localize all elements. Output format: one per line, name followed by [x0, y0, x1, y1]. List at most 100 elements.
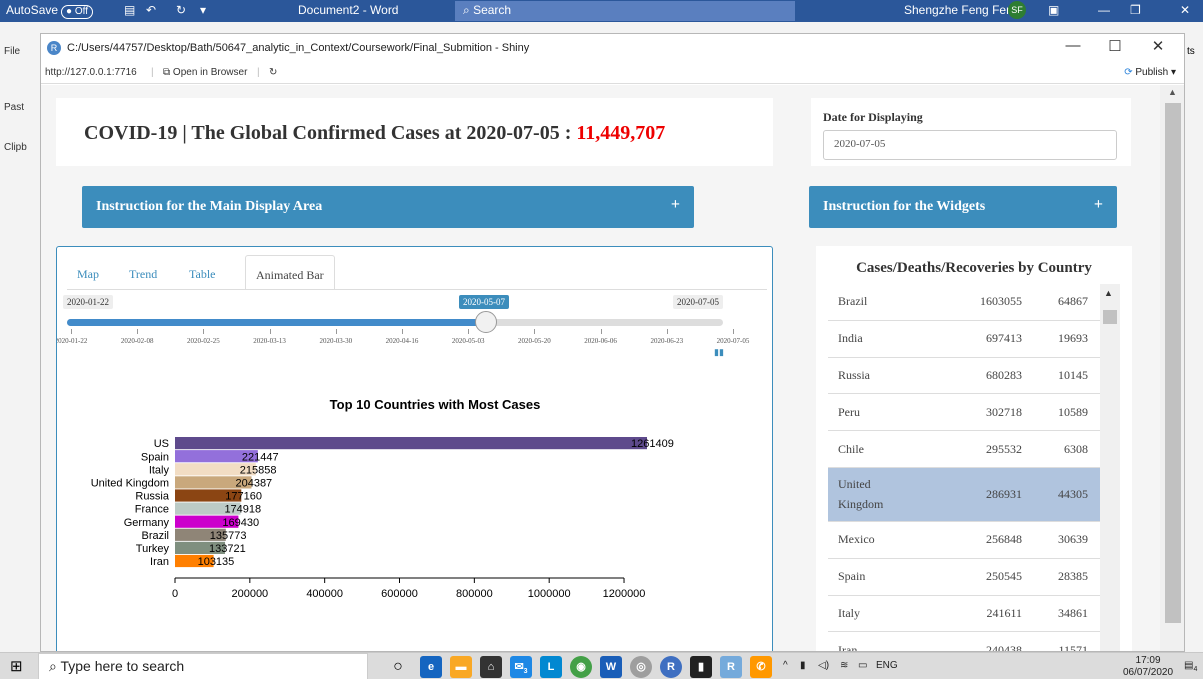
avatar[interactable]: SF: [1008, 1, 1026, 19]
minimize-icon[interactable]: —: [1098, 3, 1110, 17]
clock-date: 06/07/2020: [1123, 667, 1174, 678]
toolbar-separator: |: [257, 67, 260, 78]
cases-cell: 240438: [986, 642, 1022, 652]
tab-trend[interactable]: Trend: [119, 255, 167, 290]
table-row[interactable]: United Kingdom 286931 44305: [828, 468, 1100, 522]
chart-category-label: France: [135, 504, 169, 516]
slider-grid-tick: [269, 329, 271, 334]
cortana-icon[interactable]: ○: [390, 657, 406, 677]
expand-icon: +: [1093, 196, 1103, 213]
publish-label: Publish: [1135, 67, 1169, 78]
store-icon[interactable]: ⌂: [480, 656, 502, 678]
wechat-icon[interactable]: ✆: [750, 656, 772, 678]
user-name[interactable]: Shengzhe Feng Feng: [904, 3, 1019, 17]
table-scroll-thumb[interactable]: [1103, 310, 1117, 324]
chart-value-label: 177160: [225, 491, 262, 503]
tray-overflow-icon[interactable]: ^: [783, 660, 788, 671]
slider-grid-tick: [335, 329, 337, 334]
instruction-main-button[interactable]: Instruction for the Main Display Area +: [82, 186, 694, 228]
table-scrollbar[interactable]: ▲: [1100, 284, 1120, 651]
chrome-icon[interactable]: ◉: [570, 656, 592, 678]
table-row[interactable]: Mexico 256848 30639: [828, 522, 1100, 559]
bar-chart: Top 10 Countries with Most Cases US 126140…: [57, 387, 772, 651]
close-icon[interactable]: ✕: [1148, 37, 1168, 55]
table-row[interactable]: Peru 302718 10589: [828, 394, 1100, 432]
l-app-icon[interactable]: L: [540, 656, 562, 678]
file-explorer-icon[interactable]: ▬: [450, 656, 472, 678]
country-cell: Italy: [838, 605, 860, 620]
battery-icon[interactable]: ▭: [858, 660, 867, 671]
instruction-widgets-button[interactable]: Instruction for the Widgets +: [809, 186, 1117, 228]
chart-title: Top 10 Countries with Most Cases: [330, 397, 541, 412]
table-row[interactable]: India 697413 19693: [828, 321, 1100, 358]
word-file-tab[interactable]: File: [4, 46, 20, 57]
open-browser-button[interactable]: ⧉ Open in Browser: [163, 67, 247, 78]
undo-icon[interactable]: ↶: [146, 3, 156, 17]
instruction-widgets-label: Instruction for the Widgets: [823, 199, 986, 214]
word-paste-label[interactable]: Past: [4, 102, 24, 113]
chart-value-label: 215858: [240, 464, 277, 476]
country-table-title: Cases/Deaths/Recoveries by Country: [856, 260, 1092, 276]
terminal-icon[interactable]: ▮: [690, 656, 712, 678]
scroll-up-icon[interactable]: ▲: [1104, 288, 1113, 298]
notification-icon[interactable]: ▤4: [1184, 660, 1197, 673]
country-cell: Brazil: [838, 294, 868, 309]
mail-icon[interactable]: ✉3: [510, 656, 532, 678]
deaths-cell: 10145: [1058, 367, 1088, 382]
word-search-box[interactable]: ⌕ Search: [455, 1, 795, 21]
language-indicator[interactable]: ENG: [876, 660, 898, 671]
chart-category-label: US: [154, 438, 169, 450]
clock[interactable]: 17:09 06/07/2020: [1123, 655, 1173, 679]
table-row[interactable]: Iran 240438 11571: [828, 632, 1100, 652]
word-icon[interactable]: W: [600, 656, 622, 678]
autosave-toggle[interactable]: ● Off: [58, 3, 93, 19]
tab-animated-bar[interactable]: Animated Bar: [245, 255, 335, 290]
redo-icon[interactable]: ↻: [176, 3, 186, 17]
viewer-scrollbar[interactable]: ▲: [1160, 85, 1184, 651]
total-cases: 11,449,707: [576, 122, 666, 144]
table-row[interactable]: Brazil 1603055 64867: [828, 284, 1100, 321]
maximize-icon[interactable]: ☐: [1105, 37, 1125, 55]
disc-icon[interactable]: ◎: [630, 656, 652, 678]
customize-icon[interactable]: ▾: [200, 3, 206, 17]
tab-table[interactable]: Table: [179, 255, 225, 290]
cases-cell: 680283: [986, 367, 1022, 382]
publish-button[interactable]: ⟳ Publish ▾: [1124, 67, 1176, 78]
minimize-icon[interactable]: —: [1063, 37, 1083, 54]
open-browser-label: Open in Browser: [172, 67, 248, 78]
save-icon[interactable]: ▤: [124, 3, 135, 17]
date-label: Date for Displaying: [823, 110, 923, 124]
ribbon-display-icon[interactable]: ▣: [1048, 3, 1059, 17]
chart-x-tick-label: 1000000: [528, 588, 571, 600]
cases-cell: 256848: [986, 532, 1022, 547]
taskbar-search[interactable]: ⌕ Type here to search: [38, 653, 368, 679]
date-input[interactable]: 2020-07-05: [823, 130, 1117, 160]
pause-icon[interactable]: ▮▮: [714, 347, 724, 358]
tab-map[interactable]: Map: [67, 255, 109, 290]
word-ribbon-right: ts: [1185, 22, 1203, 652]
date-slider-track[interactable]: [67, 319, 723, 326]
taskbar-search-placeholder: Type here to search: [60, 658, 185, 674]
title-text: COVID-19 | The Global Confirmed Cases at…: [84, 122, 577, 144]
restore-icon[interactable]: ❐: [1130, 3, 1141, 17]
table-row[interactable]: Russia 680283 10145: [828, 358, 1100, 395]
wifi-icon[interactable]: ≋: [840, 660, 848, 671]
table-row[interactable]: Spain 250545 28385: [828, 559, 1100, 596]
slider-grid-label: 2020-03-13: [253, 337, 286, 345]
table-row[interactable]: Chile 295532 6308: [828, 431, 1100, 468]
deaths-cell: 28385: [1058, 569, 1088, 584]
edge-icon[interactable]: e: [420, 656, 442, 678]
rstudio-icon[interactable]: R: [720, 656, 742, 678]
scroll-up-icon[interactable]: ▲: [1168, 87, 1177, 97]
title-card: COVID-19 | The Global Confirmed Cases at…: [56, 98, 773, 166]
slider-grid-tick: [402, 329, 403, 334]
windows-start-icon[interactable]: ⊞: [10, 657, 23, 677]
refresh-icon[interactable]: ↻: [269, 67, 277, 78]
usb-icon[interactable]: ▮: [800, 660, 806, 671]
table-row[interactable]: Italy 241611 34861: [828, 596, 1100, 633]
autosave-label: AutoSave: [6, 3, 59, 17]
volume-icon[interactable]: ◁): [818, 660, 829, 671]
viewer-scroll-thumb[interactable]: [1165, 103, 1181, 623]
r-icon[interactable]: R: [660, 656, 682, 678]
close-icon[interactable]: ✕: [1180, 3, 1190, 17]
